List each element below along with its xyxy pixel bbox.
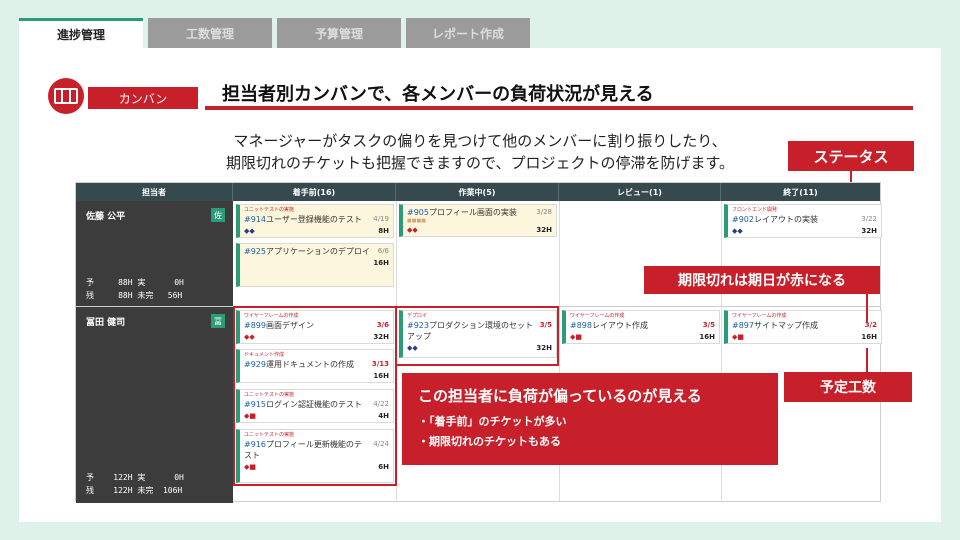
member-stats: 予 122H 実 0H 残 122H 未完 106H: [86, 473, 184, 495]
load-callout-title: この担当者に負荷が偏っているのが見える: [418, 387, 702, 405]
ticket-estimate: 16H: [861, 333, 877, 341]
title-underline: [205, 106, 913, 110]
description: マネージャーがタスクの偏りを見つけて他のメンバーに割り振りしたり、 期限切れのチ…: [150, 130, 810, 174]
ticket-category: ワイヤーフレームの作成: [570, 313, 625, 319]
ticket-number[interactable]: #902: [732, 215, 754, 224]
ticket-number[interactable]: #925: [244, 247, 266, 256]
column-header-review[interactable]: レビュー(1): [559, 183, 721, 201]
ticket-number[interactable]: #914: [244, 215, 266, 224]
member-row-tomita: 冨田 健司 冨 予 122H 実 0H 残 122H 未完 106H: [76, 307, 233, 503]
ticket-title: ユーザー登録機能のテスト: [265, 215, 362, 224]
column-header-doing[interactable]: 作業中(5): [396, 183, 559, 201]
ticket-category: ワイヤーフレームの作成: [732, 313, 787, 319]
priority-icon: ◆■: [570, 333, 582, 341]
description-line-2: 期限切れのチケットも把握できますので、プロジェクトの停滞を防げます。: [226, 154, 734, 172]
overdue-connector: [866, 294, 868, 322]
tab-progress[interactable]: 進捗管理: [19, 18, 143, 48]
ticket-card-897[interactable]: ワイヤーフレームの作成 #897サイトマップ作成 3/2 ◆■ 16H: [724, 310, 882, 344]
ticket-due: 3/22: [861, 215, 877, 223]
tab-budget[interactable]: 予算管理: [277, 18, 401, 48]
member-row-sato: 佐藤 公平 佐 予 88H 実 0H 残 88H 未完 56H: [76, 201, 233, 306]
ticket-title: プロフィール画面の実装: [428, 208, 517, 217]
ticket-title: レイアウト作成: [591, 321, 648, 330]
ticket-number[interactable]: #905: [407, 208, 429, 217]
ticket-estimate: 16H: [699, 333, 715, 341]
ticket-card-902[interactable]: フロントエンド開発 #902レイアウトの実装 3/22 ◆◆ 32H: [724, 204, 882, 238]
ticket-estimate: 16H: [373, 259, 389, 267]
ticket-category: ユニットテストの実施: [244, 207, 295, 213]
tab-report[interactable]: レポート作成: [406, 18, 530, 48]
page-title: 担当者別カンバンで、各メンバーの負荷状況が見える: [222, 84, 654, 105]
member-name: 冨田 健司: [86, 318, 126, 328]
ticket-due: 3/28: [536, 208, 552, 216]
ticket-estimate: 8H: [378, 227, 389, 235]
member-avatar[interactable]: 冨: [211, 314, 225, 328]
column-header-done[interactable]: 終了(11): [721, 183, 880, 201]
ticket-card-914[interactable]: ユニットテストの実施 #914ユーザー登録機能のテスト 4/19 ◆◆ 8H: [236, 204, 394, 238]
load-callout-item: ・「着手前」のチケットが多い: [418, 415, 567, 428]
overdue-callout: 期限切れは期日が赤になる: [644, 266, 880, 294]
column-header-todo[interactable]: 着手前(16): [233, 183, 396, 201]
overload-highlight: [233, 306, 397, 486]
tab-effort[interactable]: 工数管理: [148, 18, 272, 48]
ticket-estimate: 32H: [536, 226, 552, 234]
overload-highlight-doing: [395, 306, 559, 366]
ticket-number[interactable]: #898: [570, 321, 592, 330]
ticket-title: レイアウトの実装: [753, 215, 818, 224]
member-stats: 予 88H 実 0H 残 88H 未完 56H: [86, 278, 184, 300]
load-callout-item: ・期限切れのチケットもある: [418, 435, 561, 448]
ticket-card-925[interactable]: #925アプリケーションのデプロイ 6/6 16H: [236, 243, 394, 287]
estimate-callout: 予定工数: [784, 372, 912, 402]
ticket-due-overdue: 3/5: [702, 321, 715, 329]
status-callout: ステータス: [788, 141, 914, 171]
tab-bar: 進捗管理 工数管理 予算管理 レポート作成: [19, 18, 530, 48]
priority-icon: ◆◆: [244, 227, 255, 235]
ticket-card-898[interactable]: ワイヤーフレームの作成 #898レイアウト作成 3/5 ◆■ 16H: [562, 310, 720, 344]
ticket-title: アプリケーションのデプロイ: [265, 247, 370, 256]
load-callout: この担当者に負荷が偏っているのが見える ・「着手前」のチケットが多い ・期限切れ…: [402, 373, 778, 465]
tag-dots-icon: ■■■■: [407, 218, 426, 224]
column-header-assignee: 担当者: [76, 183, 233, 201]
kanban-icon: [48, 78, 84, 114]
ticket-category: フロントエンド開発: [732, 207, 778, 213]
ticket-card-905[interactable]: #905プロフィール画面の実装 3/28 ■■■■ ◆◆ 32H: [399, 204, 557, 237]
description-line-1: マネージャーがタスクの偏りを見つけて他のメンバーに割り振りしたり、: [233, 132, 727, 150]
priority-icon: ◆◆: [407, 226, 418, 234]
estimate-connector: [866, 348, 868, 372]
priority-icon: ◆◆: [732, 227, 743, 235]
ticket-due: 4/19: [373, 215, 389, 223]
ticket-title: サイトマップ作成: [753, 321, 818, 330]
ticket-estimate: 32H: [861, 227, 877, 235]
section-pill: カンバン: [88, 87, 198, 109]
member-avatar[interactable]: 佐: [211, 208, 225, 222]
ticket-due: 6/6: [377, 247, 389, 255]
member-name: 佐藤 公平: [86, 212, 126, 222]
priority-icon: ◆■: [732, 333, 744, 341]
ticket-number[interactable]: #897: [732, 321, 754, 330]
